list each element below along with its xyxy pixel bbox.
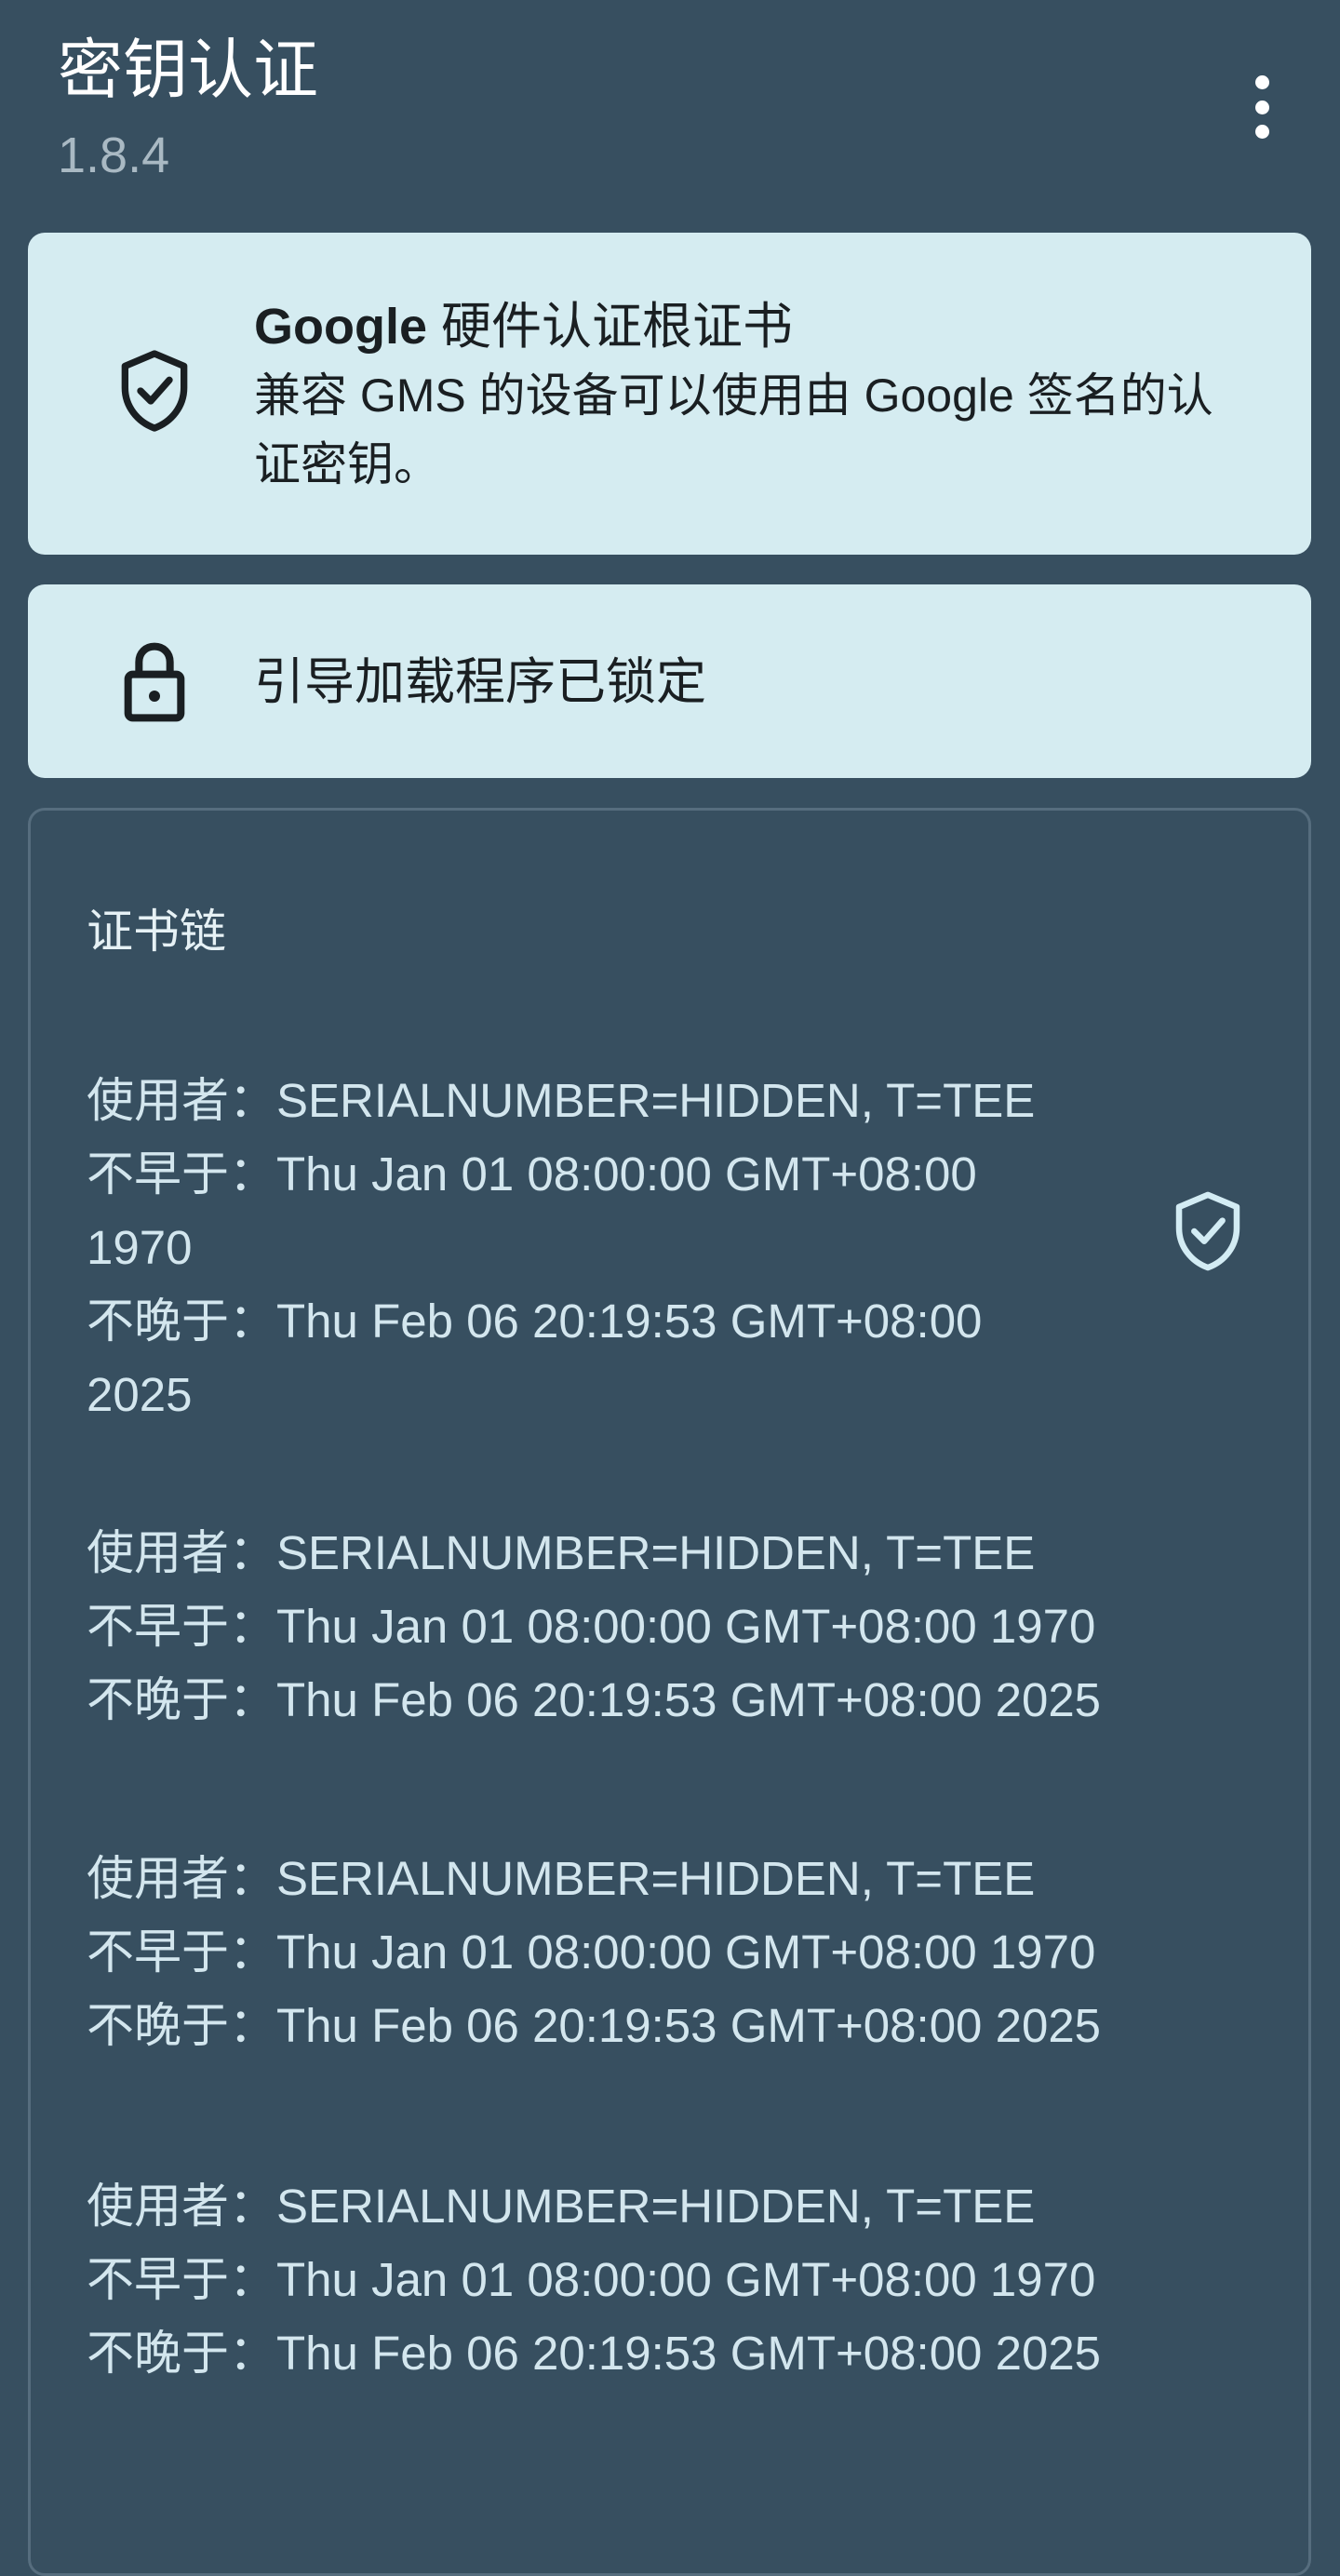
certificate-entry[interactable]: 使用者：SERIALNUMBER=HIDDEN, T=TEE 不早于：Thu J… <box>87 2169 1185 2390</box>
google-brand: Google <box>254 299 427 355</box>
not-after-label: 不晚于： <box>87 1295 277 1348</box>
bootloader-status: 引导加载程序已锁定 <box>254 654 706 710</box>
certificate-entry[interactable]: 使用者：SERIALNUMBER=HIDDEN, T=TEE 不早于：Thu J… <box>87 1516 1185 1737</box>
not-before-label: 不早于： <box>87 1925 277 1979</box>
verified-shield-icon <box>1175 1191 1240 1271</box>
not-before-label: 不早于： <box>87 2253 277 2306</box>
not-before-label: 不早于： <box>87 1147 277 1201</box>
not-after-value: Thu Feb 06 20:19:53 GMT+08:00 2025 <box>276 1673 1102 1726</box>
not-before-label: 不早于： <box>87 1600 277 1653</box>
more-vert-icon[interactable] <box>1234 70 1290 144</box>
subject-label: 使用者： <box>87 2180 277 2233</box>
app-version: 1.8.4 <box>58 127 170 183</box>
not-after-value: Thu Feb 06 20:19:53 GMT+08:00 2025 <box>276 1999 1102 2052</box>
not-after-label: 不晚于： <box>87 1673 277 1726</box>
not-before-value: Thu Jan 01 08:00:00 GMT+08:00 1970 <box>276 1925 1096 1979</box>
app-title: 密钥认证 <box>58 34 318 106</box>
root-certificate-card[interactable]: Google 硬件认证根证书 兼容 GMS 的设备可以使用由 Google 签名… <box>28 233 1311 555</box>
subject-value: SERIALNUMBER=HIDDEN, T=TEE <box>276 2180 1036 2233</box>
subject-label: 使用者： <box>87 1852 277 1905</box>
certificate-entry[interactable]: 使用者：SERIALNUMBER=HIDDEN, T=TEE 不早于：Thu J… <box>87 1064 1073 1431</box>
not-before-value: Thu Jan 01 08:00:00 GMT+08:00 1970 <box>276 2253 1096 2306</box>
chain-title: 证书链 <box>87 906 226 958</box>
subject-label: 使用者： <box>87 1074 277 1127</box>
bootloader-card[interactable]: 引导加载程序已锁定 <box>28 584 1311 778</box>
certificate-entry[interactable]: 使用者：SERIALNUMBER=HIDDEN, T=TEE 不早于：Thu J… <box>87 1842 1185 2062</box>
not-before-value: Thu Jan 01 08:00:00 GMT+08:00 1970 <box>276 1600 1096 1653</box>
root-card-title: Google 硬件认证根证书 <box>254 292 1255 361</box>
not-after-label: 不晚于： <box>87 1999 277 2052</box>
subject-label: 使用者： <box>87 1526 277 1579</box>
certificate-chain-card: 证书链 使用者：SERIALNUMBER=HIDDEN, T=TEE 不早于：T… <box>28 808 1311 2576</box>
subject-value: SERIALNUMBER=HIDDEN, T=TEE <box>276 1074 1036 1127</box>
root-card-description: 兼容 GMS 的设备可以使用由 Google 签名的认证密钥。 <box>254 369 1213 490</box>
root-card-title-text: 硬件认证根证书 <box>427 299 794 355</box>
not-after-value: Thu Feb 06 20:19:53 GMT+08:00 2025 <box>276 2327 1102 2380</box>
shield-check-icon <box>121 350 188 432</box>
subject-value: SERIALNUMBER=HIDDEN, T=TEE <box>276 1526 1036 1579</box>
lock-icon <box>124 642 185 722</box>
not-after-label: 不晚于： <box>87 2327 277 2380</box>
subject-value: SERIALNUMBER=HIDDEN, T=TEE <box>276 1852 1036 1905</box>
